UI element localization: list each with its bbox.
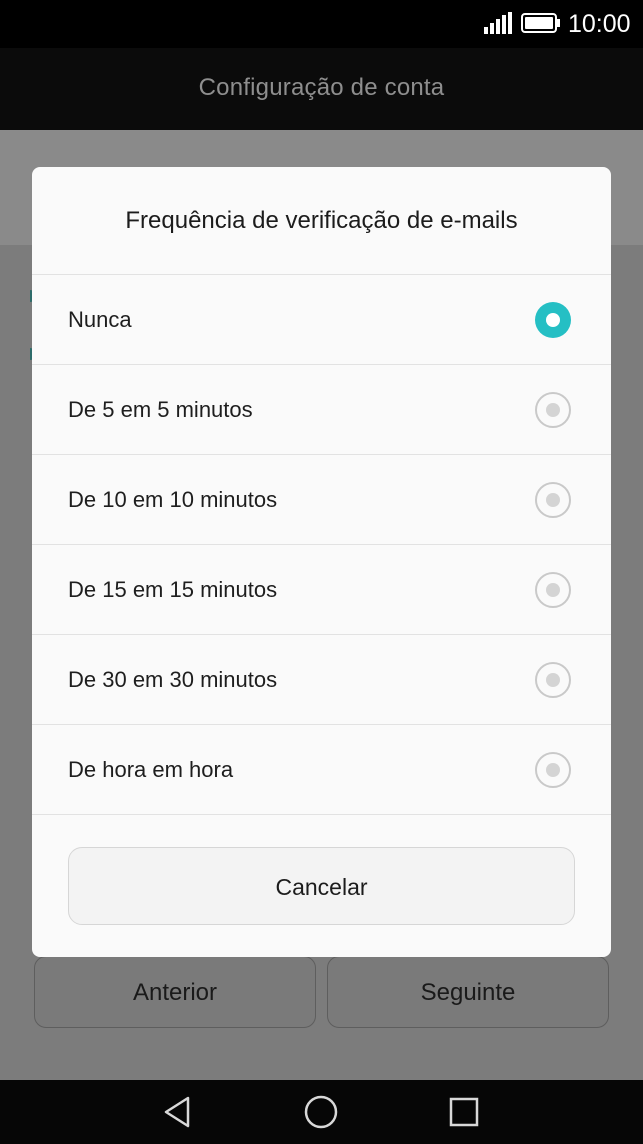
home-icon[interactable] — [301, 1092, 341, 1132]
radio-button[interactable] — [535, 752, 571, 788]
dialog-title: Frequência de verificação de e-mails — [32, 167, 611, 275]
option-never[interactable]: Nunca — [32, 275, 611, 365]
radio-button[interactable] — [535, 572, 571, 608]
signal-icon — [484, 12, 512, 34]
option-label: De 30 em 30 minutos — [68, 667, 278, 692]
option-every-hour[interactable]: De hora em hora — [32, 725, 611, 815]
title-bar: Configuração de conta — [0, 48, 643, 130]
battery-icon — [521, 13, 560, 33]
option-every-15-minutes[interactable]: De 15 em 15 minutos — [32, 545, 611, 635]
radio-button-selected[interactable] — [535, 302, 571, 338]
radio-button[interactable] — [535, 392, 571, 428]
check-frequency-dialog: Frequência de verificação de e-mails Nun… — [32, 167, 611, 957]
option-label: De 15 em 15 minutos — [68, 577, 278, 602]
cancel-button[interactable]: Cancelar — [68, 847, 575, 925]
recent-apps-icon[interactable] — [444, 1092, 484, 1132]
status-bar: 10:00 — [0, 0, 643, 48]
status-time: 10:00 — [568, 10, 631, 38]
option-every-30-minutes[interactable]: De 30 em 30 minutos — [32, 635, 611, 725]
radio-button[interactable] — [535, 482, 571, 518]
back-icon[interactable] — [158, 1092, 198, 1132]
navigation-bar — [0, 1080, 643, 1144]
frequency-options-list: Nunca De 5 em 5 minutos De 10 em 10 minu… — [32, 275, 611, 815]
option-label: Nunca — [68, 307, 132, 332]
previous-button: Anterior — [34, 956, 316, 1028]
radio-button[interactable] — [535, 662, 571, 698]
page-title: Configuração de conta — [198, 74, 445, 101]
option-every-5-minutes[interactable]: De 5 em 5 minutos — [32, 365, 611, 455]
option-label: De 5 em 5 minutos — [68, 397, 253, 422]
next-button: Seguinte — [327, 956, 609, 1028]
option-every-10-minutes[interactable]: De 10 em 10 minutos — [32, 455, 611, 545]
option-label: De hora em hora — [68, 757, 234, 782]
option-label: De 10 em 10 minutos — [68, 487, 278, 512]
screen: 10:00 Configuração de conta Anterior Seg… — [0, 0, 643, 1144]
